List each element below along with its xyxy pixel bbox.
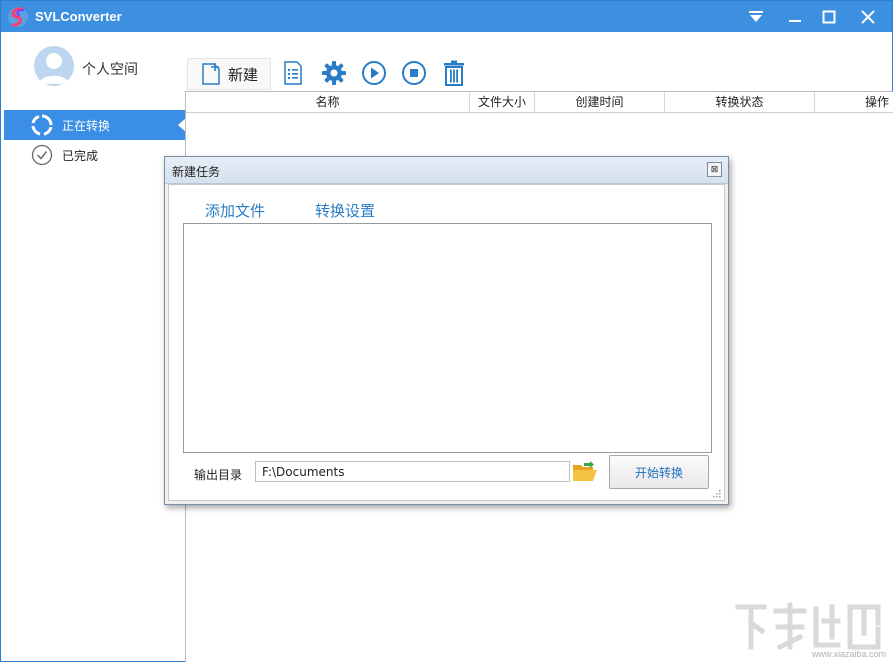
title-bar: SVLConverter xyxy=(1,1,892,32)
stop-all-button[interactable] xyxy=(399,58,429,88)
maximize-icon xyxy=(822,10,836,23)
minimize-button[interactable] xyxy=(777,1,813,32)
user-space-label[interactable]: 个人空间 xyxy=(82,59,138,79)
gear-icon xyxy=(322,61,346,85)
close-button[interactable] xyxy=(850,1,886,32)
dialog-close-button[interactable]: ⊠ xyxy=(707,162,722,177)
output-dir-label: 输出目录 xyxy=(194,468,243,482)
maximize-button[interactable] xyxy=(811,1,847,32)
app-logo-icon xyxy=(8,7,28,27)
watermark-url: www.xiazaiba.com xyxy=(811,649,886,659)
sidebar-item-label: 已完成 xyxy=(62,148,99,163)
new-task-label: 新建 xyxy=(227,65,258,84)
sidebar-item-label: 正在转换 xyxy=(62,118,111,133)
column-header-size[interactable]: 文件大小 xyxy=(470,92,535,112)
column-header-created[interactable]: 创建时间 xyxy=(535,92,665,112)
column-header-name[interactable]: 名称 xyxy=(186,92,470,112)
file-list[interactable] xyxy=(183,223,712,453)
user-avatar-icon xyxy=(39,53,69,84)
column-header-actions[interactable]: 操作 xyxy=(815,92,893,112)
task-list-button[interactable] xyxy=(279,58,307,88)
start-convert-label: 开始转换 xyxy=(634,465,683,480)
folder-open-icon xyxy=(573,461,597,481)
menu-dropdown-button[interactable] xyxy=(738,1,774,32)
dialog-title-bar: 新建任务 ⊠ xyxy=(165,157,728,184)
tab-convert-settings[interactable]: 转换设置 xyxy=(315,200,375,221)
watermark-logo xyxy=(735,602,881,651)
start-convert-button[interactable]: 开始转换 xyxy=(609,455,709,489)
trash-icon xyxy=(444,60,464,86)
stop-icon xyxy=(402,61,426,85)
sidebar: 个人空间 正在转换 已完成 xyxy=(1,32,186,661)
start-all-button[interactable] xyxy=(359,58,389,88)
column-header-status[interactable]: 转换状态 xyxy=(665,92,815,112)
settings-button[interactable] xyxy=(319,58,349,88)
sidebar-item-completed[interactable]: 已完成 xyxy=(4,140,185,170)
browse-folder-button[interactable] xyxy=(572,461,598,483)
resize-grip-icon[interactable] xyxy=(711,488,721,498)
new-file-icon xyxy=(202,63,220,85)
app-title: SVLConverter xyxy=(35,9,122,24)
table-header: 名称 文件大小 创建时间 转换状态 操作 xyxy=(186,92,893,113)
check-circle-icon xyxy=(31,144,53,166)
minimize-icon xyxy=(789,19,801,22)
sidebar-item-converting[interactable]: 正在转换 xyxy=(4,110,186,140)
converting-icon xyxy=(31,114,53,136)
list-icon xyxy=(284,61,302,85)
avatar[interactable] xyxy=(34,46,74,86)
dialog-title: 新建任务 xyxy=(172,165,221,179)
new-task-button[interactable]: 新建 xyxy=(187,58,271,90)
dialog-body: 添加文件 转换设置 输出目录 F:\Documents 开始转换 xyxy=(168,184,725,501)
new-task-dialog: 新建任务 ⊠ 添加文件 转换设置 输出目录 F:\Documents 开始转换 xyxy=(164,156,729,505)
tab-add-files[interactable]: 添加文件 xyxy=(205,200,265,221)
close-icon xyxy=(861,9,875,24)
delete-button[interactable] xyxy=(439,58,469,88)
output-dir-input[interactable]: F:\Documents xyxy=(255,461,570,482)
dropdown-icon xyxy=(749,10,763,22)
play-icon xyxy=(362,61,386,85)
